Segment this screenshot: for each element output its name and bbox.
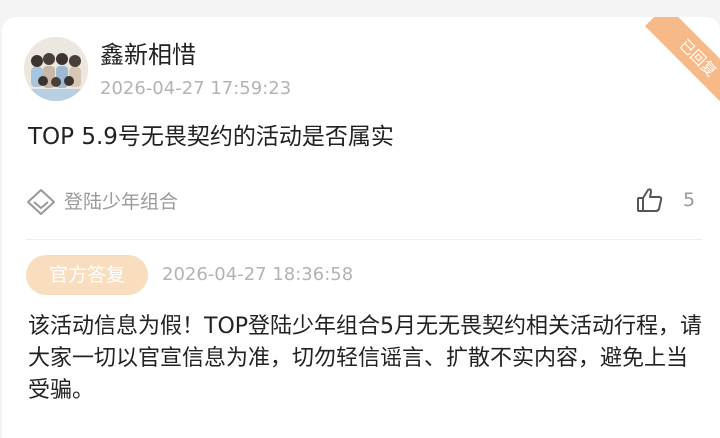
username[interactable]: 鑫新相惜 [100, 41, 196, 69]
question-text: TOP 5.9号无畏契约的活动是否属实 [28, 124, 394, 150]
group-photo-image [24, 37, 88, 101]
post-timestamp: 2026-04-27 17:59:23 [100, 78, 292, 99]
topic-label: 登陆少年组合 [64, 191, 179, 213]
reply-text: 该活动信息为假！TOP登陆少年组合5月无无畏契约相关活动行程，请大家一切以官宣信… [28, 314, 703, 403]
reply-timestamp: 2026-04-27 18:36:58 [162, 264, 354, 285]
thumbs-up-icon [637, 188, 663, 212]
official-reply-badge: 官方答复 [26, 255, 148, 295]
replied-ribbon-label: 已回复 [644, 17, 720, 112]
question-card: 鑫新相惜 2026-04-27 17:59:23 TOP 5.9号无畏契约的活动… [2, 17, 720, 438]
diamond-badge-icon [27, 189, 55, 215]
replied-ribbon: 已回复 [622, 17, 720, 115]
topic-tag[interactable]: 登陆少年组合 [26, 187, 178, 217]
like-count: 5 [683, 189, 696, 211]
divider [26, 239, 702, 240]
like-button[interactable]: 5 [635, 183, 695, 217]
avatar[interactable] [24, 37, 88, 101]
